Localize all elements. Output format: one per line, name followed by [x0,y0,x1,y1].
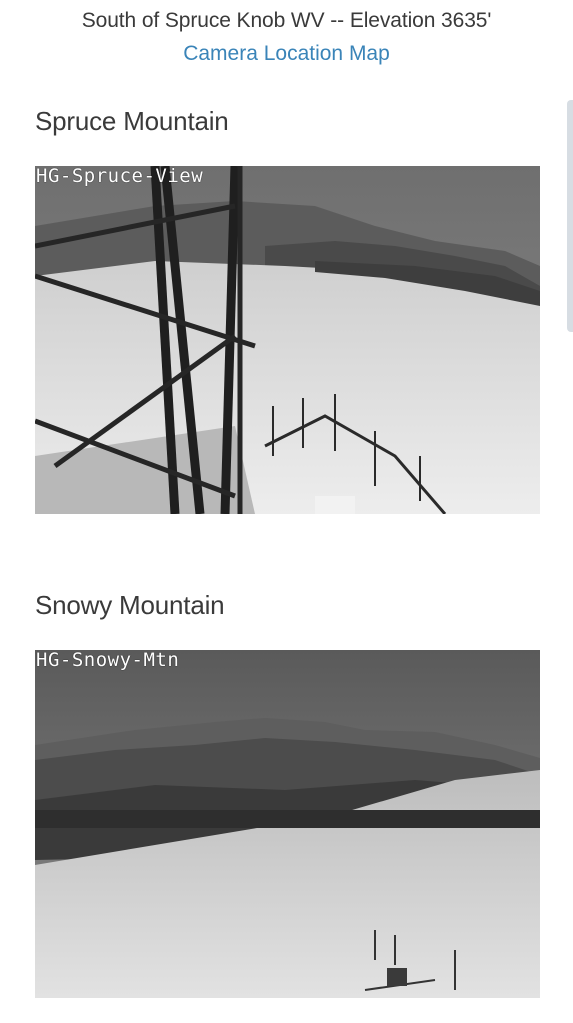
spruce-webcam-scene [35,166,540,514]
page: South of Spruce Knob WV -- Elevation 363… [0,0,573,1023]
page-header: South of Spruce Knob WV -- Elevation 363… [0,6,573,69]
camera-image-spruce[interactable]: HG-Spruce-View [35,166,540,514]
location-text: South of Spruce Knob WV -- Elevation 363… [81,9,492,32]
camera-image-snowy[interactable]: HG-Snowy-Mtn [35,650,540,998]
scrollbar-thumb[interactable] [567,100,573,332]
camera-title-snowy: Snowy Mountain [35,590,225,620]
camera-overlay-label: HG-Spruce-View [36,166,204,187]
snowy-webcam-scene [35,650,540,998]
camera-title-spruce: Spruce Mountain [35,106,229,136]
camera-location-map-link[interactable]: Camera Location Map [183,39,390,69]
camera-overlay-label: HG-Snowy-Mtn [36,650,180,671]
